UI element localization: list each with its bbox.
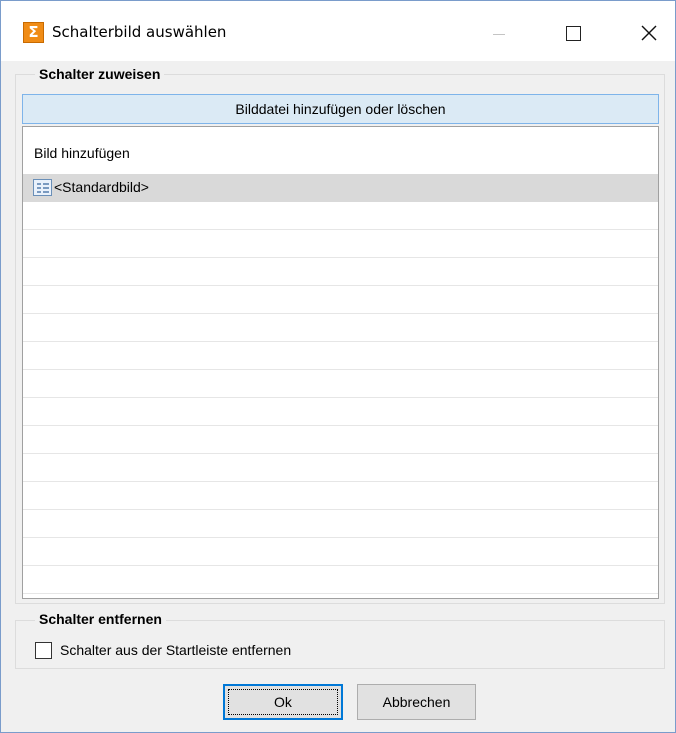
list-row-empty <box>23 258 658 286</box>
list-row-empty <box>23 482 658 510</box>
app-sigma-icon: Σ <box>23 22 44 43</box>
image-list[interactable]: Bild hinzufügen <Standardbild> <box>22 126 659 599</box>
add-image-list-entry[interactable]: Bild hinzufügen <box>23 127 658 174</box>
list-row-empty <box>23 230 658 258</box>
list-item[interactable]: <Standardbild> <box>23 174 658 202</box>
maximize-button[interactable] <box>552 15 598 51</box>
focus-rect <box>228 689 338 715</box>
minimize-button[interactable] <box>477 15 523 51</box>
image-list-icon <box>33 179 52 196</box>
close-icon <box>641 25 657 41</box>
list-row-empty <box>23 286 658 314</box>
list-row-empty <box>23 342 658 370</box>
list-row-empty <box>23 426 658 454</box>
assign-group-label: Schalter zuweisen <box>35 66 165 82</box>
close-button[interactable] <box>628 15 674 51</box>
cancel-button[interactable]: Abbrechen <box>357 684 476 720</box>
list-row-empty <box>23 202 658 230</box>
dialog-window: Σ Schalterbild auswählen Schalter zuweis… <box>0 0 676 733</box>
add-or-delete-image-button[interactable]: Bilddatei hinzufügen oder löschen <box>22 94 659 124</box>
list-item-label: <Standardbild> <box>54 179 149 195</box>
title-bar: Σ Schalterbild auswählen <box>1 1 675 61</box>
window-title: Schalterbild auswählen <box>52 23 227 41</box>
list-row-empty <box>23 398 658 426</box>
list-row-empty <box>23 454 658 482</box>
list-row-empty <box>23 566 658 594</box>
list-row-empty <box>23 314 658 342</box>
remove-group-label: Schalter entfernen <box>35 611 166 627</box>
list-row-empty <box>23 370 658 398</box>
list-row-empty <box>23 510 658 538</box>
maximize-icon <box>566 26 581 41</box>
remove-from-startbar-label[interactable]: Schalter aus der Startleiste entfernen <box>60 642 291 658</box>
list-row-empty <box>23 538 658 566</box>
ok-button[interactable]: Ok <box>223 684 343 720</box>
minimize-icon <box>493 34 505 35</box>
remove-from-startbar-checkbox[interactable] <box>35 642 52 659</box>
